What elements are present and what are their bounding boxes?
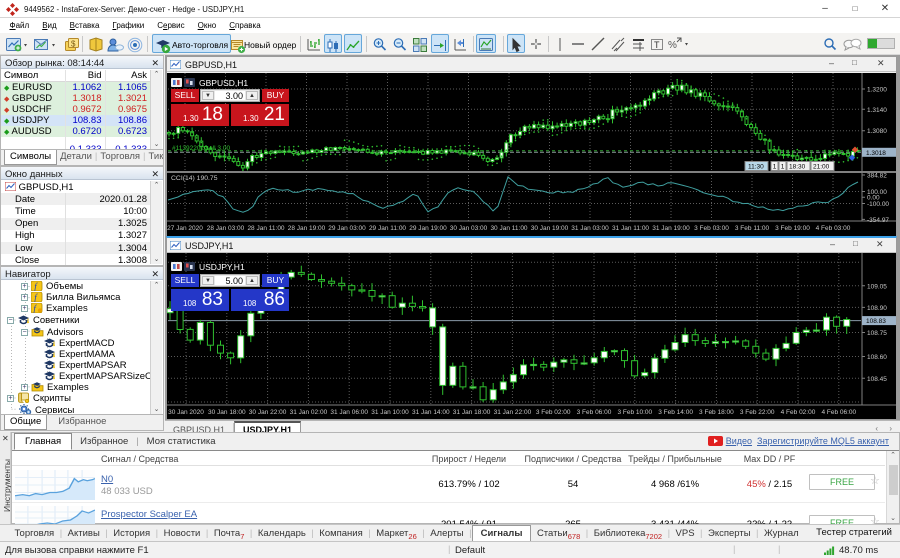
svg-text:31 Jan 03:00: 31 Jan 03:00 <box>571 225 609 232</box>
svg-text:#11392202 sell 3.00: #11392202 sell 3.00 <box>172 145 230 152</box>
svg-text:30 Jan 03:00: 30 Jan 03:00 <box>450 225 488 232</box>
svg-text:CCI(14) 190.75: CCI(14) 190.75 <box>171 175 218 182</box>
svg-text:21:00: 21:00 <box>813 164 830 171</box>
svg-text:4 Feb 06:00: 4 Feb 06:00 <box>821 409 856 416</box>
svg-text:108.90: 108.90 <box>867 305 887 312</box>
svg-text:1.3018: 1.3018 <box>866 150 886 157</box>
svg-text:28 Jan 03:00: 28 Jan 03:00 <box>207 225 245 232</box>
svg-text:109.05: 109.05 <box>867 283 887 290</box>
svg-text:4 Feb 03:00: 4 Feb 03:00 <box>816 225 851 232</box>
svg-text:18:30: 18:30 <box>789 164 806 171</box>
svg-text:31 Jan 22:00: 31 Jan 22:00 <box>494 409 532 416</box>
svg-text:31 Jan 19:00: 31 Jan 19:00 <box>652 225 690 232</box>
svg-text:31 Jan 02:00: 31 Jan 02:00 <box>290 409 328 416</box>
svg-text:3 Feb 22:00: 3 Feb 22:00 <box>740 409 775 416</box>
svg-text:30 Jan 18:00: 30 Jan 18:00 <box>208 409 246 416</box>
svg-text:31 Jan 06:00: 31 Jan 06:00 <box>330 409 368 416</box>
svg-text:1: 1 <box>781 164 785 171</box>
svg-text:3 Feb 03:00: 3 Feb 03:00 <box>694 225 729 232</box>
svg-text:3 Feb 14:00: 3 Feb 14:00 <box>658 409 693 416</box>
svg-text:30 Jan 2020: 30 Jan 2020 <box>168 409 204 416</box>
svg-text:108.83: 108.83 <box>866 318 886 325</box>
svg-text:1.3140: 1.3140 <box>867 107 887 114</box>
svg-text:3 Feb 11:00: 3 Feb 11:00 <box>735 225 770 232</box>
svg-text:11:30: 11:30 <box>748 164 764 171</box>
svg-text:29 Jan 19:00: 29 Jan 19:00 <box>409 225 447 232</box>
svg-text:108.60: 108.60 <box>867 354 887 361</box>
svg-text:3 Feb 19:00: 3 Feb 19:00 <box>775 225 810 232</box>
svg-text:30 Jan 19:00: 30 Jan 19:00 <box>531 225 569 232</box>
svg-text:27 Jan 2020: 27 Jan 2020 <box>167 225 203 232</box>
svg-text:108.45: 108.45 <box>867 376 887 383</box>
svg-text:30 Jan 22:00: 30 Jan 22:00 <box>249 409 287 416</box>
svg-text:30 Jan 11:00: 30 Jan 11:00 <box>490 225 527 232</box>
svg-text:31 Jan 14:00: 31 Jan 14:00 <box>412 409 450 416</box>
svg-text:108.75: 108.75 <box>867 330 887 337</box>
svg-text:28 Jan 19:00: 28 Jan 19:00 <box>288 225 326 232</box>
svg-text:T: T <box>654 40 660 50</box>
svg-text:$: $ <box>71 40 76 49</box>
svg-text:3 Feb 10:00: 3 Feb 10:00 <box>617 409 652 416</box>
svg-text:31 Jan 18:00: 31 Jan 18:00 <box>453 409 491 416</box>
svg-text:3 Feb 02:00: 3 Feb 02:00 <box>536 409 571 416</box>
svg-text:4 Feb 02:00: 4 Feb 02:00 <box>781 409 816 416</box>
svg-text:29 Jan 03:00: 29 Jan 03:00 <box>328 225 366 232</box>
svg-text:384.82: 384.82 <box>867 173 887 180</box>
svg-text:31 Jan 11:00: 31 Jan 11:00 <box>612 225 649 232</box>
svg-text:29 Jan 11:00: 29 Jan 11:00 <box>369 225 406 232</box>
svg-text:1: 1 <box>773 164 777 171</box>
svg-text:3 Feb 18:00: 3 Feb 18:00 <box>699 409 734 416</box>
svg-text:1.3200: 1.3200 <box>867 87 887 94</box>
svg-text:3 Feb 06:00: 3 Feb 06:00 <box>577 409 612 416</box>
svg-text:-100.00: -100.00 <box>867 201 889 208</box>
svg-text:28 Jan 11:00: 28 Jan 11:00 <box>247 225 284 232</box>
svg-text:31 Jan 10:00: 31 Jan 10:00 <box>371 409 409 416</box>
svg-text:1.3080: 1.3080 <box>867 128 887 135</box>
svg-text:%: % <box>668 40 677 51</box>
svg-text:-354.97: -354.97 <box>867 217 889 224</box>
